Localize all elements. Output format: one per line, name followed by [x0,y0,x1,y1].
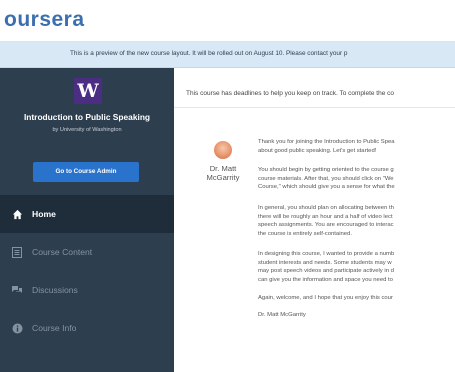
instructor-avatar [214,141,232,159]
text-line: Course," which should give you a sense f… [258,184,395,190]
text-line: Thank you for joining the Introduction t… [258,139,395,145]
welcome-paragraph-3: In general, you should plan on allocatin… [258,204,455,238]
sidebar-item-home[interactable]: Home [0,195,174,233]
list-icon [11,246,23,258]
sidebar-item-course-content[interactable]: Course Content [0,233,174,271]
welcome-paragraph-1: Thank you for joining the Introduction t… [258,138,455,155]
home-icon [11,208,23,220]
text-line: In general, you should plan on allocatin… [258,205,394,211]
text-line: about good public speaking. Let's get st… [258,147,377,154]
welcome-paragraph-2: You should begin by getting oriented to … [258,166,455,192]
text-line: the course is entirely self-contained. [258,230,352,237]
preview-banner: This is a preview of the new course layo… [0,42,455,68]
instructor-name-line: McGarrity [206,173,240,182]
welcome-paragraph-5: Again, welcome, and I hope that you enjo… [258,294,455,303]
text-line: there will be roughly an hour and a half… [258,213,393,220]
text-line: Dr. Matt McGarrity [258,312,306,318]
instructor-name: Dr. Matt McGarrity [196,164,250,182]
instructor-name-line: Dr. Matt [209,164,237,173]
course-admin-button[interactable]: Go to Course Admin [33,162,139,182]
sidebar-item-label: Course Info [32,323,77,333]
course-title: Introduction to Public Speaking [23,112,151,122]
university-logo: W [74,78,102,104]
chat-icon [11,284,23,296]
banner-text: This is a preview of the new course layo… [70,50,348,57]
text-line: Again, welcome, and I hope that you enjo… [258,295,393,301]
welcome-paragraph-4: In designing this course, I wanted to pr… [258,250,455,284]
text-line: You should begin by getting oriented to … [258,167,394,173]
info-icon [11,322,23,334]
sidebar: W Introduction to Public Speaking by Uni… [0,68,174,372]
text-line: can give you the information and space y… [258,276,393,283]
coursera-logo[interactable]: oursera [4,7,85,33]
main-content: This course has deadlines to help you ke… [174,68,455,372]
text-line: speech assignments. You are encouraged t… [258,222,394,228]
text-line: may post speech videos and participate a… [258,268,394,274]
sidebar-item-label: Home [32,209,56,219]
deadline-notice: This course has deadlines to help you ke… [174,68,455,108]
signature: Dr. Matt McGarrity [258,311,455,320]
text-line: course materials. After that, you should… [258,175,394,182]
course-subtitle: by University of Washington [52,127,122,133]
text-line: In designing this course, I wanted to pr… [258,251,395,257]
sidebar-item-label: Course Content [32,247,93,257]
top-bar: oursera [0,0,455,42]
sidebar-item-label: Discussions [32,285,78,295]
text-line: student interests and needs. Some studen… [258,259,392,266]
sidebar-item-discussions[interactable]: Discussions [0,271,174,309]
deadline-text: This course has deadlines to help you ke… [186,90,395,97]
app-window: oursera This is a preview of the new cou… [0,0,455,372]
sidebar-item-course-info[interactable]: Course Info [0,309,174,347]
